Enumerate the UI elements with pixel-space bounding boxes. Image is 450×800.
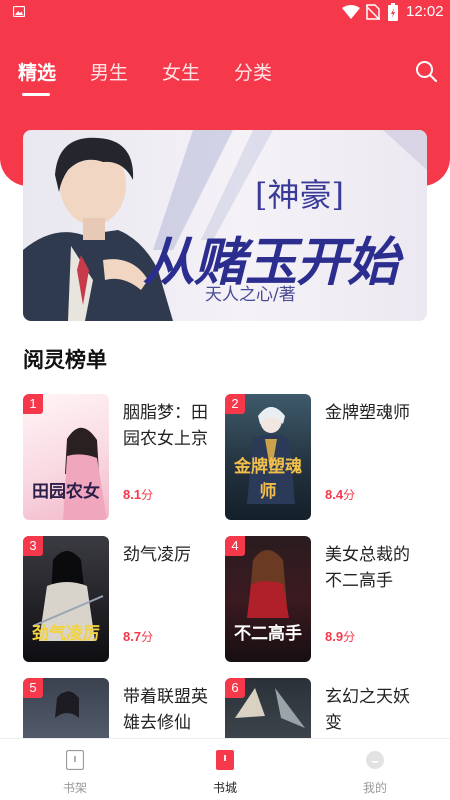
cover-title: 金牌塑魂师 (234, 457, 302, 502)
nav-bookshelf[interactable]: 书架 (0, 739, 150, 800)
book-card-3[interactable]: 劲气凌厉 3 劲气凌厉 8.7分 (23, 536, 226, 666)
tab-female[interactable]: 女生 (162, 58, 200, 85)
book-score: 8.9分 (325, 629, 356, 644)
rank-badge: 5 (23, 678, 43, 698)
rank-badge: 2 (225, 394, 245, 414)
book-title: 劲气凌厉 (123, 545, 191, 565)
image-icon (13, 6, 25, 17)
clock: 12:02 (406, 3, 444, 20)
book-title: 玄幻之天妖变 (325, 687, 410, 733)
book-score: 8.7分 (123, 629, 154, 644)
tab-male[interactable]: 男生 (90, 58, 128, 85)
ranking-section-title: 阅灵榜单 (23, 348, 107, 372)
book-title: 胭脂梦：田园农女上京 (123, 403, 208, 449)
featured-banner[interactable]: [神豪] 从赌玉开始 天人之心/著 (23, 130, 427, 321)
rank-badge: 3 (23, 536, 43, 556)
bottom-navigation: 书架 书城 我的 (0, 738, 450, 800)
nav-profile[interactable]: 我的 (300, 739, 450, 800)
book-score: 8.1分 (123, 487, 154, 502)
book-card-2[interactable]: 金牌塑魂师 2 金牌塑魂师 8.4分 (225, 394, 428, 524)
battery-charging-icon (388, 3, 398, 21)
book-card-4[interactable]: 不二高手 4 美女总裁的不二高手 8.9分 (225, 536, 428, 666)
nav-label: 书架 (62, 781, 87, 795)
cover-title: 劲气凌厉 (32, 624, 100, 644)
rank-badge: 1 (23, 394, 43, 414)
tab-featured[interactable]: 精选 (18, 58, 56, 85)
book-cover: 田园农女 1 (23, 394, 109, 520)
book-cover: 劲气凌厉 3 (23, 536, 109, 662)
banner-genre-tag: [神豪] (255, 176, 344, 214)
bookshelf-icon (66, 750, 84, 770)
book-title: 带着联盟英雄去修仙 (123, 687, 208, 733)
profile-icon (366, 751, 384, 769)
status-bar: 12:02 (0, 0, 450, 24)
book-cover: 不二高手 4 (225, 536, 311, 662)
active-tab-indicator (22, 93, 50, 96)
tab-category[interactable]: 分类 (234, 58, 272, 85)
book-title: 美女总裁的不二高手 (325, 545, 410, 591)
nav-label: 我的 (362, 781, 387, 795)
wifi-icon (342, 5, 360, 19)
cover-title: 不二高手 (234, 624, 302, 644)
banner-author: 天人之心/著 (205, 285, 296, 305)
search-icon[interactable] (414, 59, 438, 83)
bookstore-icon (216, 750, 234, 770)
rank-badge: 4 (225, 536, 245, 556)
nav-bookstore[interactable]: 书城 (150, 739, 300, 800)
book-card-1[interactable]: 田园农女 1 胭脂梦：田园农女上京 8.1分 (23, 394, 226, 524)
category-tabs: 精选 男生 女生 分类 (0, 54, 450, 94)
no-sim-icon (366, 4, 380, 20)
book-title: 金牌塑魂师 (325, 403, 410, 423)
nav-label: 书城 (212, 781, 237, 795)
rank-badge: 6 (225, 678, 245, 698)
book-score: 8.4分 (325, 487, 356, 502)
book-cover: 金牌塑魂师 2 (225, 394, 311, 520)
cover-title: 田园农女 (32, 482, 100, 502)
